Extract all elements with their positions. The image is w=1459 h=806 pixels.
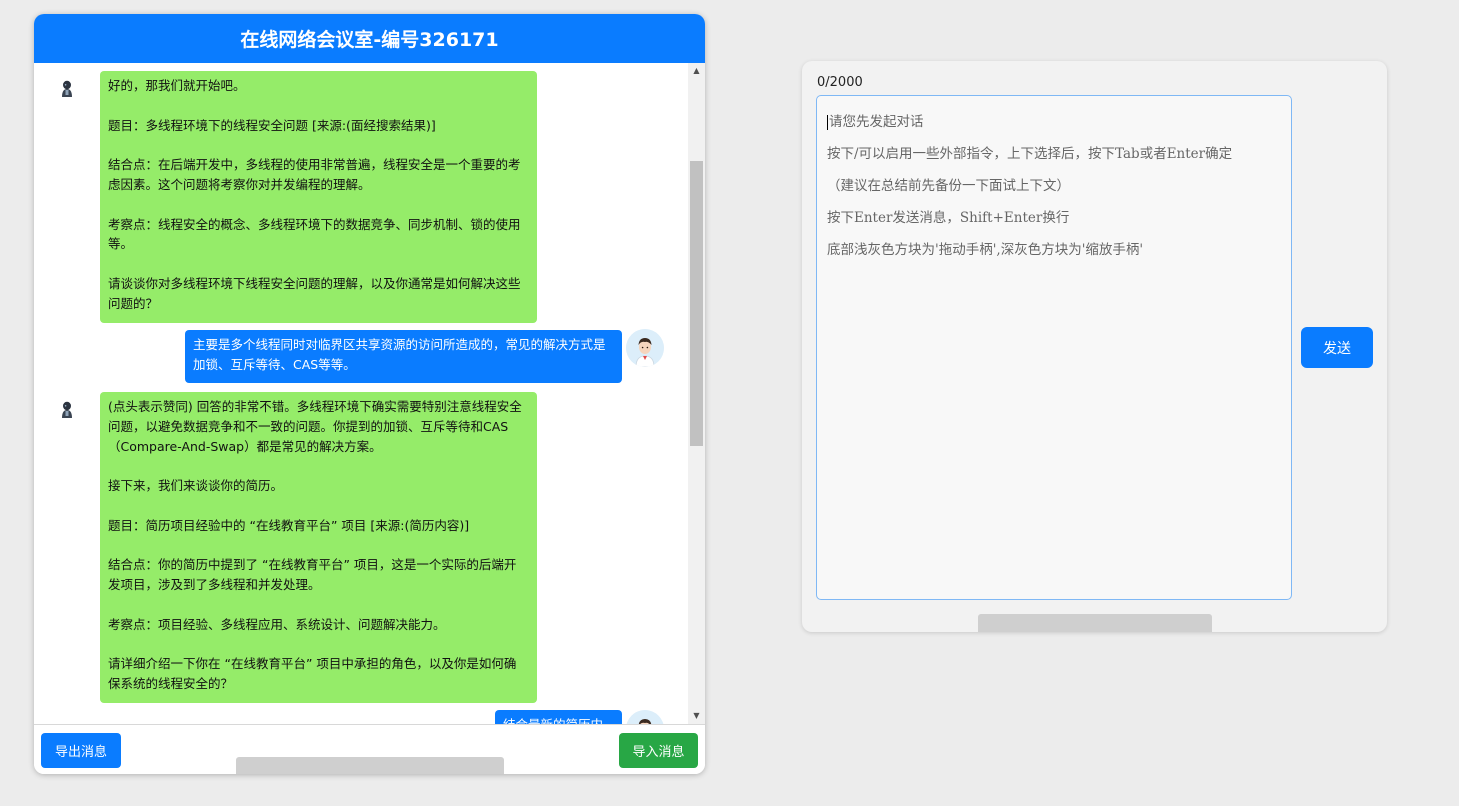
text-caret — [827, 115, 828, 130]
scroll-up-arrow-icon[interactable]: ▲ — [688, 63, 705, 79]
user-avatar-icon — [626, 329, 664, 367]
user-avatar-icon — [626, 710, 664, 724]
placeholder-line: 按下Enter发送消息，Shift+Enter换行 — [827, 210, 1070, 226]
message-list[interactable]: 好的，那我们就开始吧。 题目：多线程环境下的线程安全问题 [来源:(面经搜索结果… — [34, 63, 688, 724]
bot-avatar-icon — [56, 399, 78, 421]
bot-message-bubble: 好的，那我们就开始吧。 题目：多线程环境下的线程安全问题 [来源:(面经搜索结果… — [100, 71, 537, 323]
message-input[interactable]: 请您先发起对话 按下/可以启用一些外部指令，上下选择后，按下Tab或者Enter… — [816, 95, 1292, 600]
char-counter: 0/2000 — [817, 75, 863, 90]
chat-resize-handle-icon[interactable] — [695, 764, 705, 774]
chat-title: 在线网络会议室-编号326171 — [34, 14, 705, 63]
send-button[interactable]: 发送 — [1301, 327, 1373, 368]
bot-message-bubble: (点头表示赞同) 回答的非常不错。多线程环境下确实需要特别注意线程安全 问题，以… — [100, 392, 537, 703]
user-message-bubble: 结合最新的简历内容 — [495, 710, 622, 724]
scroll-down-arrow-icon[interactable]: ▼ — [688, 708, 705, 724]
user-message-bubble: 主要是多个线程同时对临界区共享资源的访问所造成的，常见的解决方式是 加锁、互斥等… — [185, 330, 622, 383]
placeholder-line: （建议在总结前先备份一下面试上下文） — [827, 178, 1070, 194]
input-drag-handle[interactable] — [978, 614, 1212, 632]
placeholder-line: 按下/可以启用一些外部指令，上下选择后，按下Tab或者Enter确定 — [827, 146, 1233, 162]
chat-footer: 导出消息 导入消息 — [34, 724, 705, 774]
input-panel: 0/2000 请您先发起对话 按下/可以启用一些外部指令，上下选择后，按下Tab… — [802, 61, 1387, 632]
export-messages-button[interactable]: 导出消息 — [41, 733, 121, 768]
bot-avatar-icon — [56, 78, 78, 100]
chat-drag-handle[interactable] — [236, 757, 504, 774]
placeholder-line: 请您先发起对话 — [829, 114, 924, 130]
input-resize-handle-icon[interactable] — [1377, 622, 1387, 632]
message-scrollbar[interactable]: ▲ ▼ — [688, 63, 705, 724]
placeholder-line: 底部浅灰色方块为'拖动手柄',深灰色方块为'缩放手柄' — [827, 242, 1144, 258]
scroll-thumb[interactable] — [690, 161, 703, 446]
chat-panel: 在线网络会议室-编号326171 好的，那我们就开始吧。 题目：多线程环境下的线… — [34, 14, 705, 774]
import-messages-button[interactable]: 导入消息 — [619, 733, 698, 768]
